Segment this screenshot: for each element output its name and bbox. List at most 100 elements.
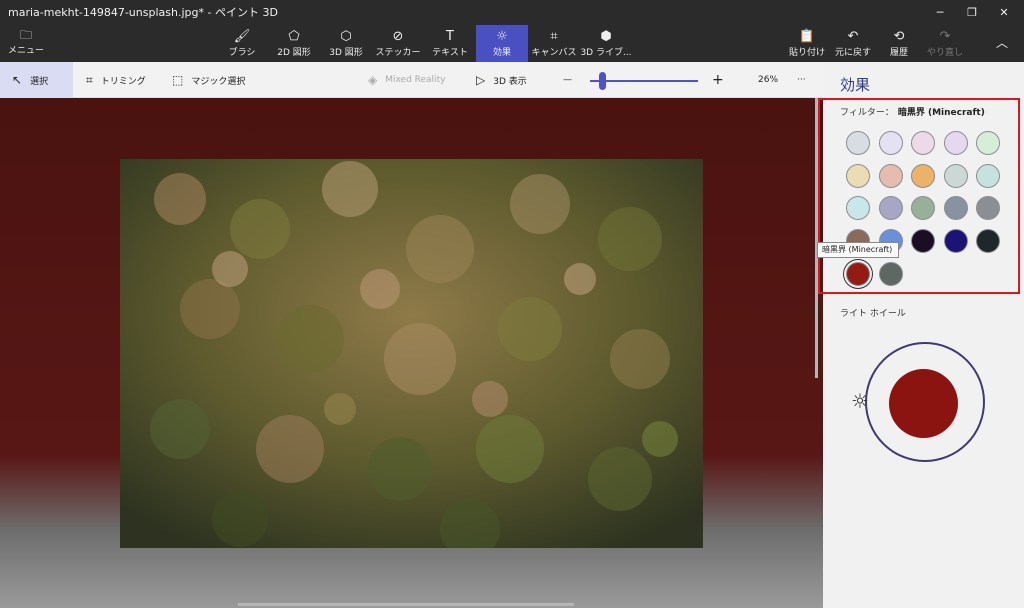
action-label: やり直し: [926, 48, 963, 58]
undo-button[interactable]: ↶ 元に戻す: [830, 25, 876, 62]
tool-label: 3D ライブ...: [580, 48, 632, 58]
more-icon: ···: [797, 75, 806, 85]
close-button[interactable]: ✕: [988, 2, 1020, 22]
filter-label-text: フィルター：: [840, 108, 894, 118]
menu-label: メニュー: [7, 46, 44, 56]
tool-2d-shapes[interactable]: ⬠ 2D 図形: [268, 25, 320, 62]
history-icon: ⟲: [893, 29, 905, 44]
mixed-reality-button[interactable]: ◈ Mixed Reality: [368, 62, 445, 98]
2d-shapes-icon: ⬠: [288, 29, 300, 44]
toolbar: ↖ 選択 ⌗ トリミング ⬚ マジック選択 ◈ Mixed Reality ▷ …: [0, 62, 823, 98]
undo-icon: ↶: [847, 29, 859, 44]
tool-3d-library[interactable]: ⬢ 3D ライブ...: [580, 25, 632, 62]
tool-label: キャンバス: [531, 48, 577, 58]
3d-view-button[interactable]: ▷ 3D 表示: [476, 62, 527, 98]
magic-select-label: マジック選択: [191, 76, 246, 87]
tool-stickers[interactable]: ⊘ ステッカー: [372, 25, 424, 62]
filter-swatch[interactable]: [944, 196, 968, 220]
light-wheel-label: ライト ホイール: [840, 309, 906, 319]
zoom-slider-thumb[interactable]: [599, 72, 606, 90]
tool-canvas[interactable]: ⌗ キャンバス: [528, 25, 580, 62]
crop-label: トリミング: [100, 76, 146, 87]
filter-swatch[interactable]: [944, 131, 968, 155]
zoom-slider-track[interactable]: [590, 80, 698, 82]
filter-swatch[interactable]: [976, 196, 1000, 220]
select-button[interactable]: ↖ 選択: [0, 62, 73, 98]
filter-swatch[interactable]: [976, 164, 1000, 188]
more-button[interactable]: ···: [797, 62, 806, 98]
menu-button[interactable]: 🗀 メニュー: [6, 28, 46, 58]
filter-swatch[interactable]: [944, 229, 968, 253]
action-label: 履歴: [889, 48, 908, 58]
cursor-icon: ↖: [12, 73, 23, 87]
3d-view-label: 3D 表示: [493, 76, 527, 87]
zoom-in-button[interactable]: +: [712, 62, 724, 98]
3d-view-icon: ▷: [476, 73, 486, 87]
zoom-value: 26%: [758, 75, 779, 85]
filter-swatch[interactable]: [976, 131, 1000, 155]
collapse-ribbon-icon[interactable]: ︿: [996, 34, 1008, 51]
text-icon: T: [446, 29, 454, 44]
canvas-image[interactable]: [120, 159, 703, 548]
3d-shapes-icon: ⬡: [340, 29, 352, 44]
tool-3d-shapes[interactable]: ⬡ 3D 図形: [320, 25, 372, 62]
3d-library-icon: ⬢: [600, 29, 612, 44]
tool-label: ステッカー: [375, 48, 421, 58]
brush-icon: 🖌: [233, 29, 251, 44]
filter-swatch[interactable]: [944, 164, 968, 188]
tool-label: 2D 図形: [277, 48, 311, 58]
filter-swatch-selected[interactable]: [846, 262, 870, 286]
window-title: maria-mekht-149847-unsplash.jpg* - ペイント …: [8, 6, 278, 19]
filter-value: 暗黒界 (Minecraft): [897, 108, 985, 118]
redo-icon: ↷: [939, 29, 951, 44]
filter-swatch[interactable]: [846, 196, 870, 220]
crop-icon: ⌗: [86, 72, 93, 87]
panel-title: 効果: [840, 76, 871, 94]
crop-button[interactable]: ⌗ トリミング: [86, 62, 146, 98]
zoom-level: 26%: [758, 62, 778, 98]
filter-swatch[interactable]: [846, 164, 870, 188]
effects-icon: ☼: [496, 29, 508, 44]
filter-swatch[interactable]: [976, 229, 1000, 253]
zoom-out-icon: —: [563, 75, 572, 85]
folder-icon: 🗀: [19, 28, 32, 42]
redo-button[interactable]: ↷ やり直し: [922, 25, 968, 62]
horizontal-scrollbar[interactable]: [238, 603, 574, 606]
paste-icon: 📋: [798, 29, 816, 44]
magic-select-icon: ⬚: [172, 73, 184, 87]
paste-button[interactable]: 📋 貼り付け: [784, 25, 830, 62]
select-label: 選択: [30, 76, 49, 87]
filter-swatch[interactable]: [879, 131, 903, 155]
action-label: 元に戻す: [834, 48, 871, 58]
filter-swatch[interactable]: [911, 196, 935, 220]
tool-label: 効果: [492, 48, 511, 58]
tool-brush[interactable]: 🖌 ブラシ: [216, 25, 268, 62]
action-tools: 📋 貼り付け ↶ 元に戻す ⟲ 履歴 ↷ やり直し: [784, 25, 968, 62]
main-tools: 🖌 ブラシ ⬠ 2D 図形 ⬡ 3D 図形 ⊘ ステッカー T テキスト ☼ 効…: [216, 25, 632, 62]
canvas-icon: ⌗: [550, 29, 558, 44]
filter-swatch[interactable]: [879, 196, 903, 220]
filter-swatch[interactable]: [879, 164, 903, 188]
window-controls: ─ ❐ ✕: [924, 2, 1020, 22]
zoom-out-button[interactable]: —: [563, 62, 572, 98]
title-bar: maria-mekht-149847-unsplash.jpg* - ペイント …: [0, 0, 1024, 62]
light-color-knob[interactable]: [889, 369, 958, 438]
mixed-reality-icon: ◈: [368, 73, 378, 87]
zoom-in-icon: +: [712, 72, 724, 88]
tool-effects[interactable]: ☼ 効果: [476, 25, 528, 62]
tool-label: 3D 図形: [329, 48, 363, 58]
filter-swatch[interactable]: [911, 164, 935, 188]
tool-text[interactable]: T テキスト: [424, 25, 476, 62]
restore-button[interactable]: ❐: [956, 2, 988, 22]
filter-swatch[interactable]: [911, 229, 935, 253]
sticker-icon: ⊘: [392, 29, 404, 44]
filter-tooltip: 暗黒界 (Minecraft): [817, 242, 899, 258]
history-button[interactable]: ⟲ 履歴: [876, 25, 922, 62]
filter-label: フィルター： 暗黒界 (Minecraft): [840, 105, 985, 118]
filter-swatch[interactable]: [911, 131, 935, 155]
filter-swatch[interactable]: [879, 262, 903, 286]
tool-label: テキスト: [432, 48, 468, 58]
filter-swatch[interactable]: [846, 131, 870, 155]
magic-select-button[interactable]: ⬚ マジック選択: [172, 62, 245, 98]
minimize-button[interactable]: ─: [924, 2, 956, 22]
